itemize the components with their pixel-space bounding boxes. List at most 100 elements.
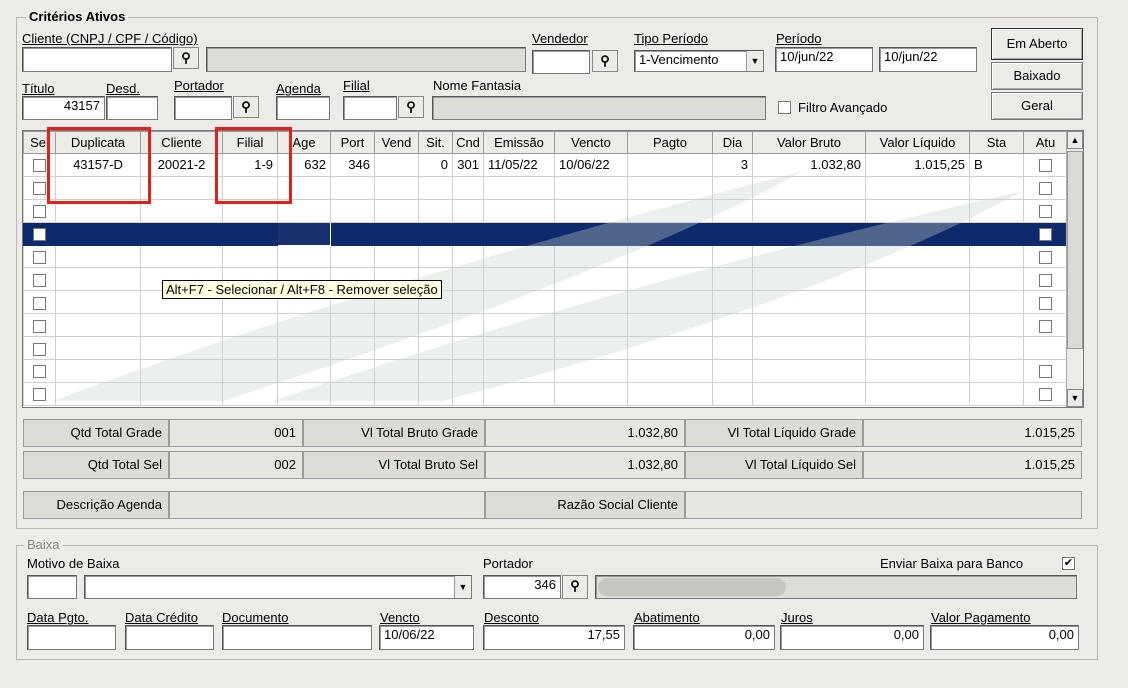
row-select-checkbox[interactable] [33,388,46,402]
portador-search-icon[interactable]: ⚲ [233,96,259,118]
cell-valor-bruto: 1.032,80 [752,153,866,177]
valor-pagamento-label: Valor Pagamento [931,610,1031,625]
tipo-periodo-select[interactable]: 1-Vencimento ▼ [634,50,764,72]
desd-field[interactable] [106,96,158,120]
col-vend[interactable]: Vend [374,131,419,154]
table-row[interactable] [23,336,1068,361]
col-cliente[interactable]: Cliente [140,131,223,154]
grid-scrollbar[interactable]: ▲ ▼ [1066,131,1083,407]
vl-total-liquido-sel-label: Vl Total Líquido Sel [685,451,863,479]
row-select-checkbox[interactable] [33,365,46,379]
motivo-code-field[interactable] [27,575,77,599]
data-pgto-field[interactable] [27,625,116,650]
col-vencto[interactable]: Vencto [554,131,628,154]
table-row[interactable] [23,359,1068,383]
row-select-checkbox[interactable] [33,228,46,242]
focused-cell[interactable] [277,221,331,246]
col-valor-liquido[interactable]: Valor Líquido [865,131,970,154]
row-atu-checkbox[interactable] [1039,182,1052,196]
col-dia[interactable]: Dia [712,131,753,154]
descricao-agenda-value [169,491,485,519]
vendedor-search-icon[interactable]: ⚲ [592,50,618,72]
enviar-baixa-label: Enviar Baixa para Banco [880,556,1024,571]
filial-search-icon[interactable]: ⚲ [398,96,424,118]
juros-field[interactable]: 0,00 [780,625,924,650]
table-row[interactable] [23,381,1068,406]
desconto-field[interactable]: 17,55 [483,625,625,650]
row-atu-checkbox[interactable] [1039,159,1052,173]
periodo-from-field[interactable]: 10/jun/22 [775,47,873,72]
col-emissao[interactable]: Emissão [483,131,555,154]
filtro-avancado-label: Filtro Avançado [798,100,888,115]
row-select-checkbox[interactable] [33,273,46,287]
documento-field[interactable] [222,625,372,650]
qtd-total-grade-value: 001 [169,419,303,447]
vendedor-field[interactable] [532,50,590,74]
row-atu-checkbox[interactable] [1039,365,1052,379]
row-select-checkbox[interactable] [33,205,46,219]
baixa-portador-search-icon[interactable]: ⚲ [562,575,588,599]
cell-vend [374,153,419,177]
portador-label: Portador [174,78,224,93]
scroll-down-icon[interactable]: ▼ [1067,389,1083,407]
filtro-avancado-checkbox[interactable] [778,101,791,114]
row-atu-checkbox[interactable] [1039,273,1052,287]
col-port[interactable]: Port [330,131,375,154]
table-row[interactable] [23,198,1068,223]
tipo-periodo-value: 1-Vencimento [639,52,719,67]
row-select-checkbox[interactable] [33,296,46,310]
row-atu-checkbox[interactable] [1039,205,1052,219]
chevron-down-icon[interactable]: ▼ [454,576,471,598]
portador-progress [598,578,786,596]
data-credito-field[interactable] [125,625,214,650]
col-sta[interactable]: Sta [969,131,1024,154]
row-select-checkbox[interactable] [33,182,46,196]
row-select-checkbox[interactable] [33,342,46,356]
row-atu-checkbox[interactable] [1039,228,1052,242]
vencto-field[interactable]: 10/06/22 [379,625,474,650]
abatimento-field[interactable]: 0,00 [633,625,775,650]
portador-field[interactable] [174,96,232,120]
scroll-thumb[interactable] [1067,151,1083,349]
table-row[interactable] [23,313,1068,338]
qtd-total-sel-value: 002 [169,451,303,479]
em-aberto-button[interactable]: Em Aberto [991,28,1083,60]
row-atu-checkbox[interactable] [1039,388,1052,402]
baixa-portador-field[interactable]: 346 [483,575,561,599]
col-valor-bruto[interactable]: Valor Bruto [752,131,866,154]
row-select-checkbox[interactable] [33,251,46,265]
table-row[interactable] [23,175,1068,200]
vencto-label: Vencto [380,610,420,625]
valor-pagamento-field[interactable]: 0,00 [930,625,1079,650]
motivo-select[interactable]: ▼ [84,575,472,599]
razao-social-value [685,491,1082,519]
baixado-button[interactable]: Baixado [991,62,1083,90]
scroll-up-icon[interactable]: ▲ [1067,131,1083,149]
geral-button[interactable]: Geral [991,92,1083,120]
col-cnd[interactable]: Cnd [452,131,484,154]
row-atu-checkbox[interactable] [1039,251,1052,265]
agenda-field[interactable] [276,96,330,120]
row-select-checkbox[interactable] [33,159,46,173]
table-row[interactable] [23,244,1068,269]
baixa-portador-label: Portador [483,556,533,571]
chevron-down-icon[interactable]: ▼ [746,51,763,71]
row-atu-checkbox[interactable] [1039,319,1052,333]
filial-field[interactable] [343,96,397,120]
cliente-field[interactable] [22,47,172,72]
titulo-label: Título [22,81,55,96]
col-sit[interactable]: Sit. [418,131,453,154]
periodo-to-field[interactable]: 10/jun/22 [879,47,977,72]
cliente-search-icon[interactable]: ⚲ [173,47,199,69]
row-atu-checkbox[interactable] [1039,296,1052,310]
data-pgto-label: Data Pgto. [27,610,89,625]
cell-pagto [627,153,713,177]
row-select-checkbox[interactable] [33,319,46,333]
titulo-field[interactable]: 43157 [22,96,105,120]
table-row-selected[interactable] [23,221,1068,246]
vl-total-liquido-grade-label: Vl Total Líquido Grade [685,419,863,447]
col-pagto[interactable]: Pagto [627,131,713,154]
table-row[interactable]: 43157-D 20021-2 1-9 632 346 0 301 11/05/… [23,153,1068,177]
col-atu[interactable]: Atu [1023,131,1068,154]
enviar-baixa-checkbox[interactable]: ✔ [1062,557,1075,570]
